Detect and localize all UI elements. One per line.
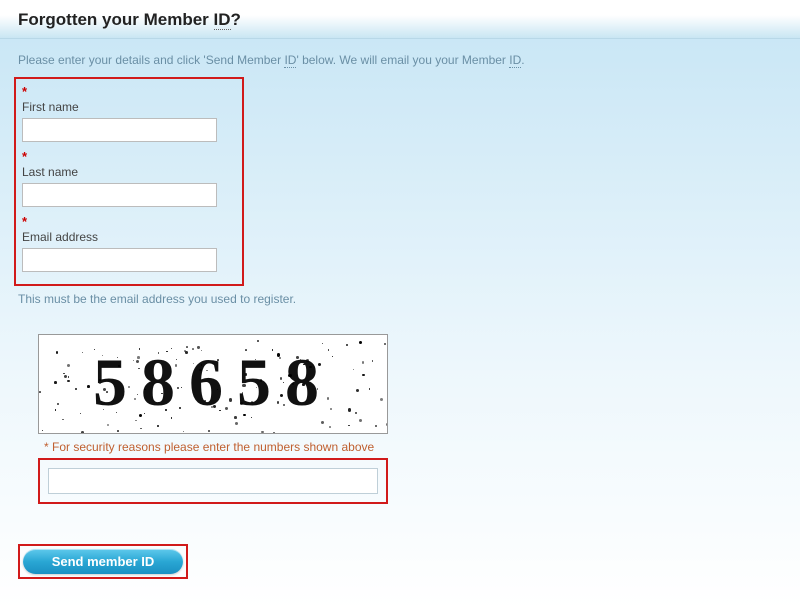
email-label: Email address [22, 230, 236, 244]
page-title: Forgotten your Member ID? [18, 10, 782, 30]
email-hint: This must be the email address you used … [0, 286, 800, 306]
required-marker: * [22, 150, 236, 163]
send-member-id-button[interactable]: Send member ID [23, 549, 183, 574]
required-marker: * [22, 215, 236, 228]
last-name-input[interactable] [22, 183, 217, 207]
email-group: * Email address [22, 215, 236, 272]
title-id: ID [214, 10, 231, 30]
captcha-input-box [38, 458, 388, 504]
last-name-label: Last name [22, 165, 236, 179]
captcha-input[interactable] [48, 468, 378, 494]
captcha-hint: * For security reasons please enter the … [44, 440, 800, 454]
title-text-suffix: ? [231, 10, 241, 29]
intro-after: ' below. We will email you your Member [296, 53, 509, 67]
member-details-fields: * First name * Last name * Email address [14, 77, 244, 286]
intro-id2: ID [509, 53, 521, 68]
intro-id1: ID [284, 53, 296, 68]
captcha-section: 58658 * For security reasons please ente… [38, 334, 800, 504]
captcha-digits: 58658 [93, 343, 333, 422]
first-name-label: First name [22, 100, 236, 114]
required-marker: * [22, 85, 236, 98]
intro-text: Please enter your details and click 'Sen… [0, 39, 800, 73]
captcha-image: 58658 [38, 334, 388, 434]
submit-highlight: Send member ID [18, 544, 188, 579]
first-name-group: * First name [22, 85, 236, 142]
page-header: Forgotten your Member ID? [0, 0, 800, 39]
first-name-input[interactable] [22, 118, 217, 142]
submit-area: Send member ID [18, 544, 800, 579]
title-text-prefix: Forgotten your Member [18, 10, 214, 29]
email-input[interactable] [22, 248, 217, 272]
intro-before: Please enter your details and click 'Sen… [18, 53, 284, 67]
intro-period: . [521, 53, 524, 67]
last-name-group: * Last name [22, 150, 236, 207]
forgot-member-id-page: Forgotten your Member ID? Please enter y… [0, 0, 800, 609]
